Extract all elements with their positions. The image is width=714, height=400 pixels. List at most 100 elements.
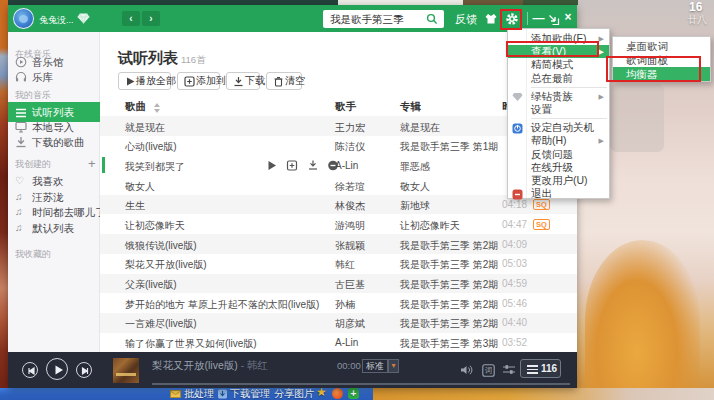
play-all-button[interactable]: 播放全部 [118,72,171,90]
album-cell[interactable]: 新地球 [400,199,430,213]
album-cell[interactable]: 敬女人 [400,180,430,194]
row-play-icon[interactable] [267,160,277,171]
back-button[interactable]: ‹ [122,11,140,26]
next-button[interactable] [76,362,92,378]
menu-item-green-diamond[interactable]: 绿钻贵族▶ [508,90,609,103]
album-cell[interactable]: 就是现在 [400,121,440,135]
menu-item-auto-shutdown[interactable]: 设定自动关机 [508,121,609,134]
table-row[interactable]: 我笑到都哭了 A-Lin 罪恶感 [100,155,577,175]
sidebar-item-downloaded[interactable]: 下载的歌曲 [8,134,100,151]
sidebar-item-favorites[interactable]: ♡ 我喜欢 [8,173,100,190]
artist-cell[interactable]: 陈洁仪 [335,140,365,154]
song-cell[interactable]: 我笑到都哭了 [125,160,185,174]
search-input[interactable]: 我是歌手第三季 [330,13,404,27]
album-cell[interactable]: 我是歌手第三季 第2期 [400,239,498,253]
menu-item-exit[interactable]: 退出 [508,187,609,200]
table-row[interactable]: 梨花又开放(live版) 韩红 我是歌手第三季 第2期 05:03 [100,254,577,274]
song-cell[interactable]: 饿狼传说(live版) [125,239,197,253]
table-row[interactable]: 一言难尽(live版) 胡彦斌 我是歌手第三季 第2期 04:40 [100,313,577,333]
volume-icon[interactable] [460,364,474,376]
quality-dropdown-arrow[interactable]: ▾ [388,359,399,373]
progress-bar[interactable] [152,383,570,385]
artist-cell[interactable]: 孙楠 [335,298,355,312]
close-button[interactable]: × [561,10,575,25]
sidebar-item-library[interactable]: 乐库 [8,69,100,86]
add-to-button[interactable]: 添加到 [177,72,220,90]
download-button[interactable]: 下载 [226,72,260,90]
artist-cell[interactable]: 张靓颖 [335,239,365,253]
song-cell[interactable]: 梦开始的地方 草原上升起不落的太阳(live版) [125,298,319,312]
menu-item-feedback[interactable]: 反馈问题 [508,148,609,161]
browser-tray-icon[interactable] [332,388,343,399]
skin-icon[interactable] [484,12,498,26]
username[interactable]: 兔兔没... [39,14,74,27]
minimize-button[interactable]: — [532,11,545,25]
vip-diamond-icon[interactable] [77,13,90,24]
sidebar-item-playlist-2[interactable]: ♫ 时间都去哪儿了 [8,204,100,221]
album-cell[interactable]: 罪恶感 [400,160,430,174]
lyrics-icon[interactable]: 词 [482,364,495,377]
taskbar-item-batch[interactable]: 批处理 [184,388,214,400]
album-cell[interactable]: 让初恋像昨天 [400,219,460,233]
forward-button[interactable]: › [142,11,160,26]
album-art[interactable] [113,358,139,383]
feedback-link[interactable]: 反馈 [455,12,477,27]
menu-item-mini-mode[interactable]: 精简模式 [508,58,609,71]
song-cell[interactable]: 就是现在 [125,121,165,135]
equalizer-icon[interactable] [502,364,516,376]
taskbar-item-download-manager[interactable]: 下载管理 [230,388,270,400]
search-icon[interactable] [426,13,438,25]
table-row[interactable]: 心动(live版) 陈洁仪 我是歌手第三季 第1期 [100,136,577,156]
album-cell[interactable]: 我是歌手第三季 第2期 [400,278,498,292]
previous-button[interactable] [22,362,38,378]
artist-cell[interactable]: 游鸿明 [335,219,365,233]
menu-item-switch-user[interactable]: 更改用户(U) [508,174,609,187]
table-row[interactable]: 敬女人 徐若瑄 敬女人 [100,175,577,195]
song-cell[interactable]: 生生 [125,199,145,213]
table-row[interactable]: 父亲(live版) 古巨基 我是歌手第三季 第2期 04:59 [100,274,577,294]
song-cell[interactable]: 心动(live版) [125,140,177,154]
mini-mode-icon[interactable] [547,13,561,27]
table-row[interactable]: 生生 林俊杰 新地球 04:18 SQ [100,195,577,215]
submenu-item-desktop-lyrics[interactable]: 桌面歌词 [613,39,710,53]
song-cell[interactable]: 让初恋像昨天 [125,219,185,233]
now-playing-title[interactable]: 梨花又开放(live版) - 韩红 [152,359,268,373]
artist-cell[interactable]: A-Lin [335,337,358,348]
artist-cell[interactable]: 韩红 [335,258,355,272]
avatar[interactable] [13,8,34,29]
menu-item-help[interactable]: 帮助(H)▶ [508,134,609,147]
search-box[interactable]: 我是歌手第三季 [323,10,444,28]
table-row[interactable]: 梦开始的地方 草原上升起不落的太阳(live版) 孙楠 我是歌手第三季 第2期 … [100,293,577,313]
artist-cell[interactable]: 林俊杰 [335,199,365,213]
header-song[interactable]: 歌曲 [125,100,146,114]
menu-item-always-on-top[interactable]: 总在最前 [508,72,609,85]
artist-cell[interactable]: 王力宏 [335,121,365,135]
song-cell[interactable]: 梨花又开放(live版) [125,258,207,272]
row-download-icon[interactable] [307,160,319,171]
song-cell[interactable]: 父亲(live版) [125,278,177,292]
now-playing-artist[interactable]: - 韩红 [241,359,268,371]
artist-cell[interactable]: 古巨基 [335,278,365,292]
sort-icon[interactable] [154,103,160,113]
quality-selector[interactable]: 标准▾ [362,359,388,373]
row-add-icon[interactable] [286,160,298,171]
song-cell[interactable]: 一言难尽(live版) [125,317,197,331]
table-row[interactable]: 饿狼传说(live版) 张靓颖 我是歌手第三季 第2期 04:09 [100,234,577,254]
album-cell[interactable]: 我是歌手第三季 第2期 [400,298,498,312]
artist-cell[interactable]: A-Lin [335,160,358,171]
menu-item-settings[interactable]: 设置 [508,103,609,116]
artist-cell[interactable]: 胡彦斌 [335,317,365,331]
sidebar-item-playlist-3[interactable]: ♫ 默认列表 [8,220,100,237]
table-row[interactable]: 就是现在 王力宏 就是现在 [100,116,577,136]
album-cell[interactable]: 我是歌手第三季 第3期 [400,337,498,351]
menu-item-online-update[interactable]: 在线升级 [508,161,609,174]
album-cell[interactable]: 我是歌手第三季 第2期 [400,317,498,331]
add-playlist-button[interactable]: + [88,156,96,171]
artist-cell[interactable]: 徐若瑄 [335,180,365,194]
taskbar-item-share-pictures[interactable]: 分享图片 [274,388,314,400]
header-artist[interactable]: 歌手 [335,100,356,114]
album-cell[interactable]: 我是歌手第三季 第1期 [400,140,498,154]
table-row[interactable]: 让初恋像昨天 游鸿明 让初恋像昨天 04:47 SQ [100,214,577,234]
song-cell[interactable]: 输了你赢了世界又如何(live版) [125,337,257,351]
playlist-toggle[interactable]: 116 [520,359,561,378]
